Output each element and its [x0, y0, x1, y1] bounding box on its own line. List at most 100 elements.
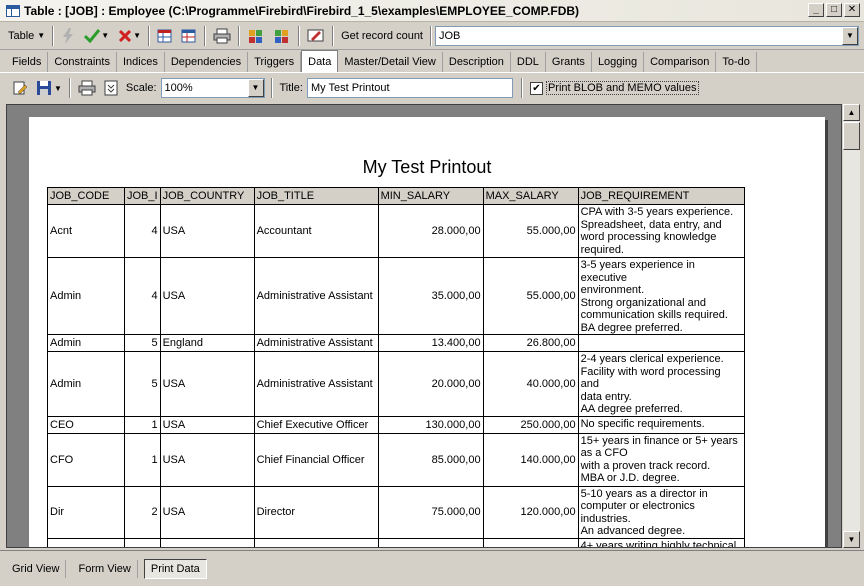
checkmark-icon	[84, 28, 101, 43]
printer-icon	[78, 80, 96, 96]
toolbar-separator	[204, 25, 207, 46]
tab-ddl[interactable]: DDL	[511, 52, 546, 72]
tab-triggers[interactable]: Triggers	[248, 52, 302, 72]
grid-view-alt-button[interactable]	[177, 25, 201, 47]
table-row: Acnt 4 USA Accountant 28.000,00 55.000,0…	[47, 204, 745, 258]
print-blob-checkbox[interactable]: ✔ Print BLOB and MEMO values	[529, 81, 699, 95]
tab-to-do[interactable]: To-do	[716, 52, 757, 72]
toolbar-separator	[270, 78, 273, 98]
table-row: CFO 1 USA Chief Financial Officer 85.000…	[47, 432, 745, 487]
toolbar-separator	[298, 25, 301, 46]
tab-label: Logging	[597, 56, 638, 68]
cell-job-country: USA	[159, 485, 255, 539]
tab-fields[interactable]: Fields	[6, 52, 49, 72]
cell-job-country: USA	[159, 351, 255, 417]
toolbar-separator	[430, 25, 432, 46]
tab-indices[interactable]: Indices	[117, 52, 165, 72]
chevron-down-icon[interactable]: ▼	[247, 79, 264, 97]
table-editor-tabs: Fields Constraints Indices Dependencies …	[0, 50, 864, 73]
tab-comparison[interactable]: Comparison	[644, 52, 717, 72]
cell-job-code: CEO	[47, 415, 125, 434]
import-button[interactable]	[269, 25, 295, 47]
toolbar-separator	[148, 25, 151, 46]
tab-label: Grid View	[12, 562, 60, 575]
cell-min-salary: 130.000,00	[377, 415, 484, 434]
main-toolbar: Table ▼ ▼ ▼ Get record count JOB ▼	[0, 22, 864, 50]
tab-label: Indices	[122, 56, 158, 68]
cell-job-code	[47, 537, 125, 547]
tab-label: Form View	[78, 562, 131, 575]
tab-label: Constraints	[54, 56, 110, 68]
print-report-button[interactable]	[74, 77, 100, 99]
cell-job-title	[253, 537, 379, 547]
edit-report-button[interactable]	[8, 77, 32, 99]
column-header: MAX_SALARY	[482, 187, 579, 205]
edit-blob-button[interactable]	[303, 25, 329, 47]
cell-min-salary: 35.000,00	[377, 257, 484, 335]
print-toolbar: ▼ Scale: 100% ▼ Title: My Test Printout …	[0, 74, 864, 102]
table-selector[interactable]: JOB ▼	[435, 25, 859, 46]
table-window-icon	[6, 4, 20, 17]
rollback-button[interactable]: ▼	[113, 25, 145, 47]
tab-master-detail-view[interactable]: Master/Detail View	[338, 52, 443, 72]
chevron-down-icon[interactable]: ▼	[842, 26, 858, 45]
cell-job-title: Chief Executive Officer	[253, 415, 379, 434]
table-row: CEO 1 USA Chief Executive Officer 130.00…	[47, 415, 745, 434]
cell-max-salary: 40.000,00	[482, 351, 579, 417]
get-record-count-button[interactable]: Get record count	[337, 25, 427, 47]
commit-button[interactable]: ▼	[79, 25, 113, 47]
scrollbar-thumb[interactable]	[843, 122, 860, 150]
cell-job-requirement: CPA with 3-5 years experience. Spreadshe…	[577, 204, 745, 258]
maximize-button[interactable]: □	[826, 3, 842, 17]
tab-label: Description	[448, 56, 504, 68]
form-view-tab[interactable]: Form View	[72, 559, 138, 578]
toolbar-separator	[332, 25, 335, 46]
print-preview-area[interactable]: My Test Printout JOB_CODE JOB_I JOB_COUN…	[6, 104, 842, 548]
scroll-down-icon[interactable]: ▼	[843, 531, 860, 548]
cell-min-salary: 75.000,00	[377, 485, 484, 539]
title-input-value: My Test Printout	[310, 82, 390, 94]
tab-data[interactable]: Data	[301, 50, 339, 72]
cell-job-title: Accountant	[253, 204, 379, 258]
export-button[interactable]	[243, 25, 269, 47]
grid-view-tab[interactable]: Grid View	[6, 559, 67, 578]
table-menu-button[interactable]: Table ▼	[4, 25, 49, 47]
cell-job-requirement: 4+ years writing highly technical softwa…	[577, 537, 745, 547]
cell-min-salary: 20.000,00	[377, 351, 484, 417]
tab-description[interactable]: Description	[443, 52, 511, 72]
minimize-button[interactable]: _	[808, 3, 824, 17]
tab-constraints[interactable]: Constraints	[48, 52, 117, 72]
table-row: Admin 5 England Administrative Assistant…	[47, 334, 745, 352]
cell-job-requirement: 15+ years in finance or 5+ years as a CF…	[577, 432, 745, 487]
grid-view-toolbar-button[interactable]	[153, 25, 177, 47]
print-data-tab[interactable]: Print Data	[143, 558, 207, 579]
cell-job-grade: 1	[124, 432, 161, 487]
title-bar: Table : [JOB] : Employee (C:\Programme\F…	[0, 0, 864, 22]
cell-max-salary: 120.000,00	[482, 485, 579, 539]
cross-icon	[119, 29, 132, 42]
tiles-icon	[275, 29, 289, 43]
print-blob-label: Print BLOB and MEMO values	[545, 81, 699, 95]
tab-logging[interactable]: Logging	[592, 52, 645, 72]
cell-max-salary: 55.000,00	[482, 204, 579, 258]
cell-job-grade: 4	[124, 204, 161, 258]
print-button[interactable]	[209, 25, 235, 47]
lightning-button[interactable]	[57, 25, 79, 47]
preview-page: My Test Printout JOB_CODE JOB_I JOB_COUN…	[29, 117, 825, 547]
toolbar-separator	[52, 25, 55, 46]
save-report-button[interactable]: ▼	[32, 77, 66, 99]
scroll-up-icon[interactable]: ▲	[843, 104, 860, 121]
cell-max-salary	[482, 537, 579, 547]
tab-grants[interactable]: Grants	[546, 52, 592, 72]
tab-dependencies[interactable]: Dependencies	[165, 52, 249, 72]
title-input[interactable]: My Test Printout	[306, 78, 513, 98]
title-label: Title:	[279, 82, 303, 94]
vertical-scrollbar[interactable]: ▲ ▼	[842, 104, 860, 548]
tab-label: Triggers	[254, 56, 295, 68]
cell-job-requirement: 3-5 years experience in executive enviro…	[577, 257, 745, 335]
scale-select[interactable]: 100% ▼	[160, 78, 265, 98]
tab-label: Comparison	[650, 56, 710, 68]
fit-page-button[interactable]	[100, 77, 122, 99]
checkbox-checked-icon[interactable]: ✔	[529, 81, 543, 95]
close-window-button[interactable]: ✕	[844, 3, 860, 17]
